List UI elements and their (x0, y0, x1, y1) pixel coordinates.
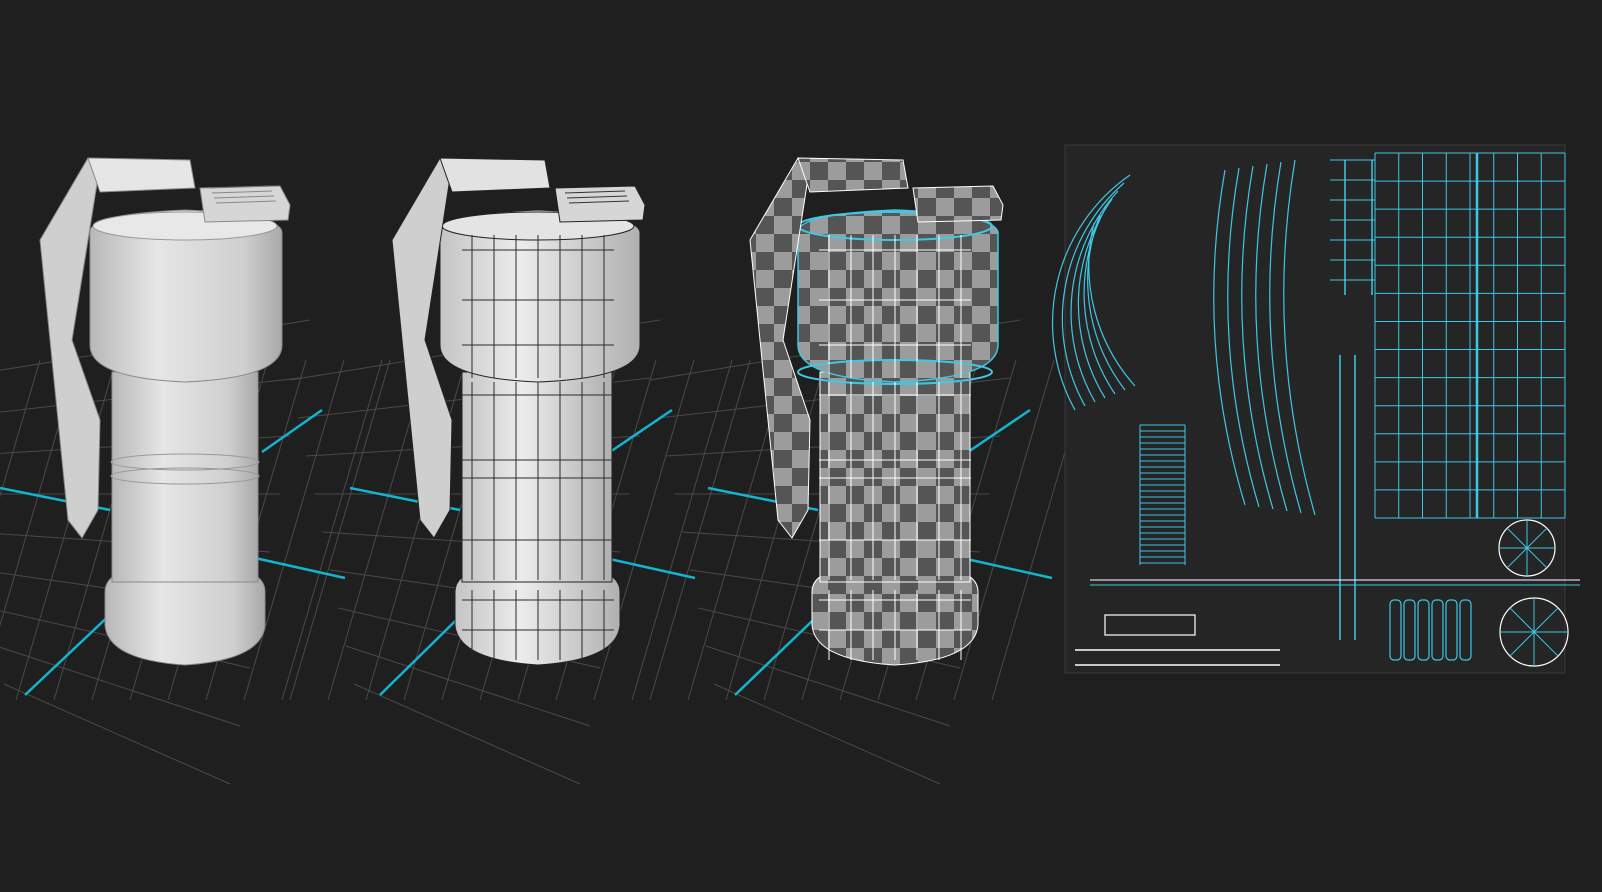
render-comparison-image (0, 0, 1602, 892)
scene-canvas (0, 144, 1580, 785)
axis-line-x-b (604, 556, 696, 580)
wireframe-grenade-model (349, 157, 696, 696)
axis-line-z (261, 408, 323, 454)
uv-layout-map (1051, 144, 1580, 674)
axis-line-x-b (961, 556, 1053, 580)
checker-uv-grenade-model (707, 157, 1053, 696)
shaded-grenade-model (0, 157, 346, 696)
axis-line-x-b (254, 556, 346, 580)
axis-line-z (609, 408, 673, 454)
